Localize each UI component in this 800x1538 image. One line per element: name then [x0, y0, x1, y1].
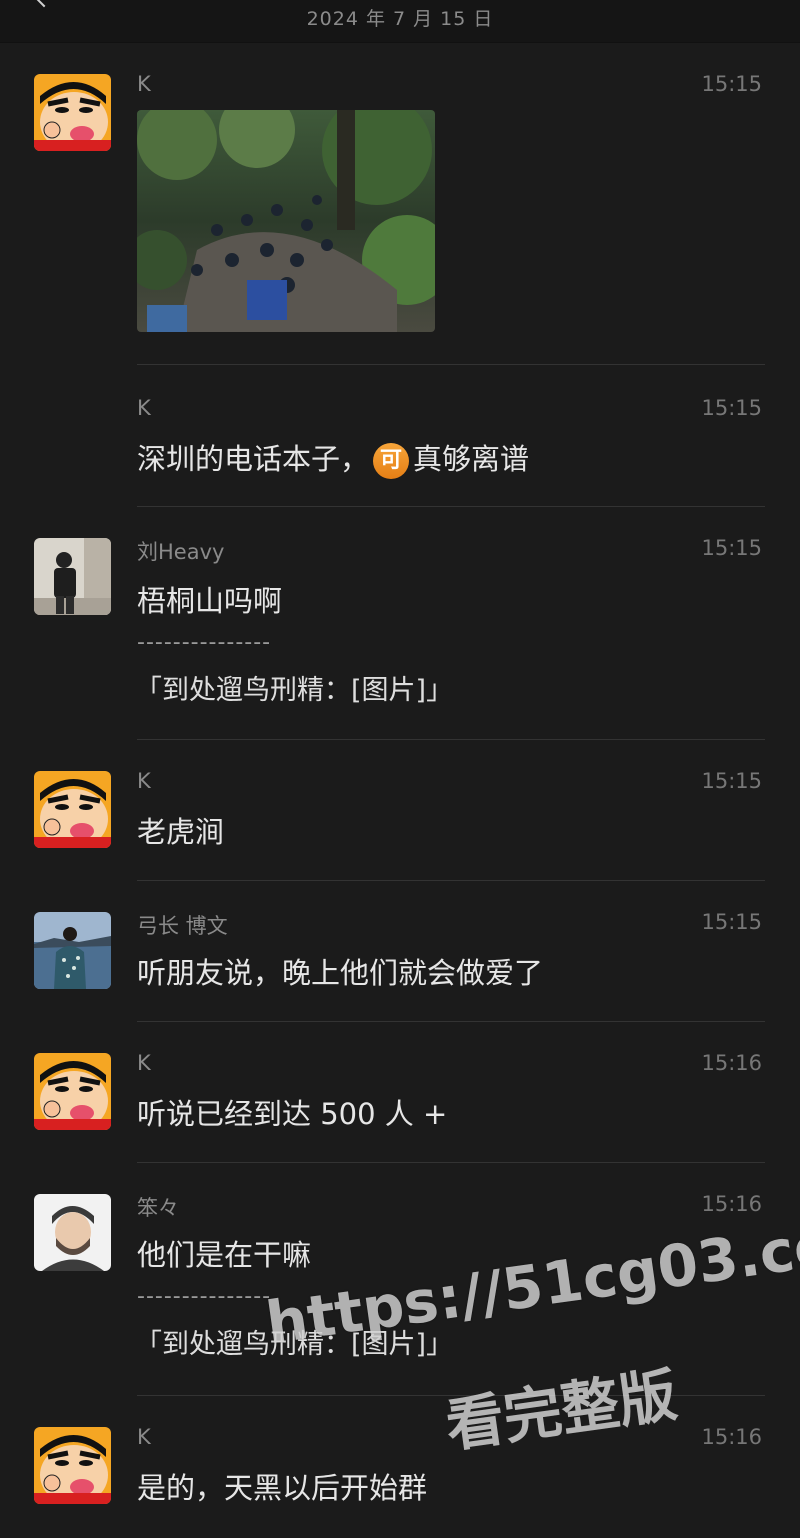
- message-time: 15:15: [701, 72, 762, 96]
- sender-name: K: [137, 1425, 151, 1449]
- message-time: 15:16: [701, 1425, 762, 1449]
- shared-photo[interactable]: [137, 110, 435, 332]
- chat-message: K 15:16 是的，天黑以后开始群: [0, 1395, 800, 1536]
- avatar[interactable]: [34, 1194, 111, 1271]
- man-mirror-avatar-icon: [34, 538, 111, 615]
- chat-message: K 15:15 深圳的电话本子，可真够离谱: [0, 366, 800, 507]
- sender-name: K: [137, 769, 151, 793]
- ke-emoji-icon: 可: [373, 443, 410, 479]
- message-text: 梧桐山吗啊: [137, 584, 283, 618]
- sender-name: K: [137, 72, 151, 96]
- avatar[interactable]: [34, 538, 111, 615]
- message-time: 15:15: [701, 910, 762, 934]
- message-time: 15:16: [701, 1051, 762, 1075]
- cartoon-boy-avatar-icon: [34, 74, 111, 151]
- message-text: 老虎涧: [137, 815, 225, 849]
- date-header: 2024 年 7 月 15 日: [306, 8, 494, 30]
- sender-name: 弓长 博文: [137, 914, 228, 938]
- sender-name: K: [137, 396, 151, 420]
- avatar[interactable]: [34, 771, 111, 848]
- message-text-part: 真够离谱: [413, 442, 530, 476]
- avatar[interactable]: [34, 1427, 111, 1504]
- cartoon-boy-avatar-icon: [34, 1427, 111, 1504]
- message-text: 听说已经到达 500 人 +: [137, 1097, 448, 1131]
- message-text-part: 深圳的电话本子，: [137, 442, 370, 476]
- message-time: 15:15: [701, 396, 762, 420]
- divider: [137, 364, 765, 365]
- avatar[interactable]: [34, 74, 111, 151]
- top-bar: 2024 年 7 月 15 日: [0, 0, 800, 43]
- chat-message: 刘Heavy 15:15 梧桐山吗啊 --------------- 「到处遛鸟…: [0, 506, 800, 740]
- sender-name: 笨々: [137, 1196, 179, 1220]
- cartoon-boy-avatar-icon: [34, 771, 111, 848]
- chat-message: K 15:16 听说已经到达 500 人 +: [0, 1021, 800, 1163]
- sender-name: 刘Heavy: [137, 540, 225, 564]
- avatar[interactable]: [34, 1053, 111, 1130]
- man-lake-avatar-icon: [34, 912, 111, 989]
- message-text: 听朋友说，晚上他们就会做爱了: [137, 956, 544, 990]
- message-text: 是的，天黑以后开始群: [137, 1471, 428, 1505]
- message-time: 15:16: [701, 1192, 762, 1216]
- message-text: 深圳的电话本子，可真够离谱: [137, 436, 529, 479]
- cartoon-boy-avatar-icon: [34, 1053, 111, 1130]
- message-time: 15:15: [701, 536, 762, 560]
- sender-name: K: [137, 1051, 151, 1075]
- quote-separator: ---------------: [137, 630, 272, 655]
- illustrated-man-avatar-icon: [34, 1194, 111, 1271]
- quoted-reply[interactable]: 「到处遛鸟刑精：[图片]」: [135, 668, 453, 707]
- quote-separator: ---------------: [137, 1284, 272, 1309]
- chat-message: K 15:15: [0, 42, 800, 366]
- message-time: 15:15: [701, 769, 762, 793]
- chat-message: 弓长 博文 15:15 听朋友说，晚上他们就会做爱了: [0, 880, 800, 1022]
- chat-message: K 15:15 老虎涧: [0, 739, 800, 881]
- message-text: 他们是在干嘛: [137, 1238, 312, 1272]
- avatar[interactable]: [34, 912, 111, 989]
